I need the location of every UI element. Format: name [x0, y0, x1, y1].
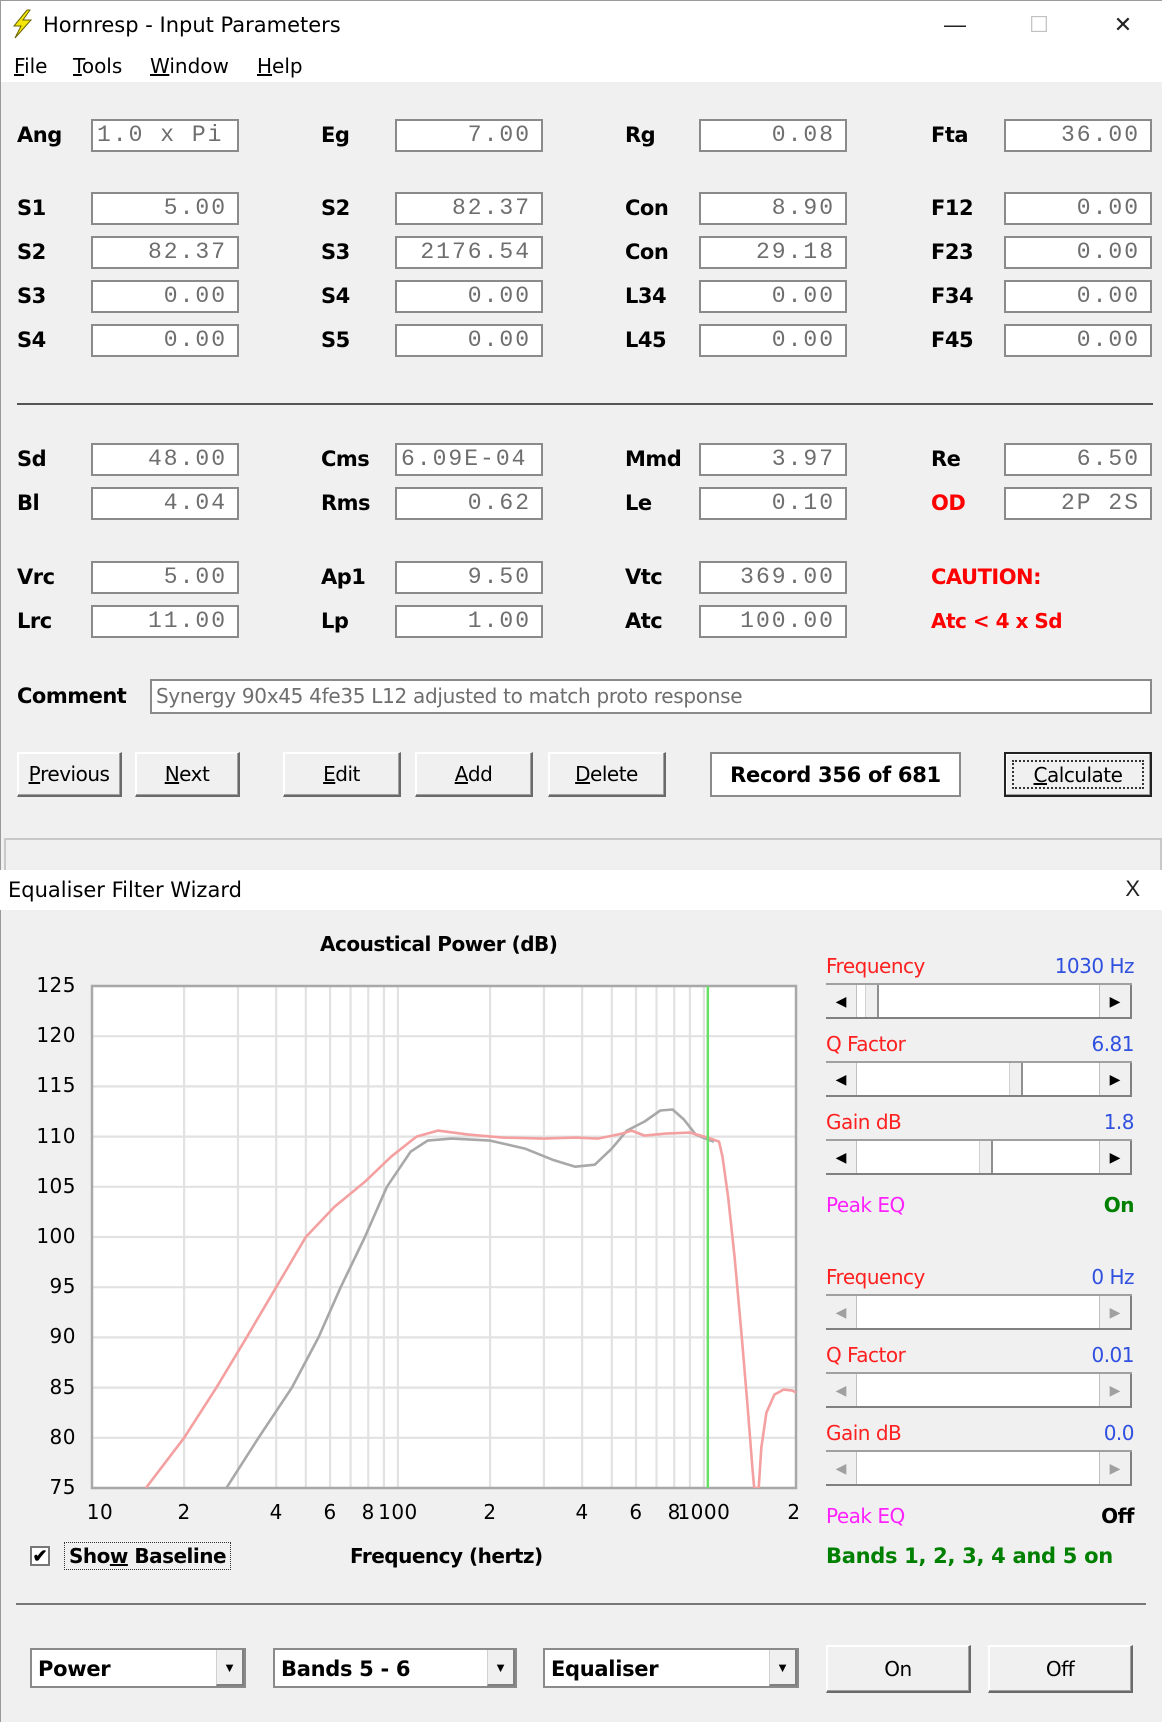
eq-off-button[interactable]: Off: [988, 1645, 1133, 1693]
checkmark-icon: ✔: [32, 1546, 48, 1566]
scroll-right-arrow-icon[interactable]: ▶: [1099, 1374, 1132, 1406]
band-a-peak-eq-status[interactable]: On: [1034, 1193, 1135, 1217]
window-edge: [1162, 0, 1166, 1722]
mode-select[interactable]: Power ▼: [30, 1648, 246, 1688]
band-b-peak-eq-status[interactable]: Off: [1034, 1504, 1134, 1528]
scroll-left-arrow-icon[interactable]: ◀: [826, 1452, 857, 1484]
band-a-gain-slider[interactable]: ◀ ▶: [826, 1139, 1132, 1175]
band-a-q-label: Q Factor: [826, 1032, 906, 1056]
scroll-right-arrow-icon[interactable]: ▶: [1099, 1452, 1132, 1484]
band-b-gain-slider[interactable]: ◀ ▶: [826, 1450, 1132, 1486]
scroll-left-arrow-icon[interactable]: ◀: [826, 985, 857, 1017]
band-b-frequency-label: Frequency: [826, 1265, 925, 1289]
band-b-gain-value: 0.0: [1103, 1421, 1135, 1445]
chevron-down-icon[interactable]: ▼: [769, 1650, 797, 1686]
band-b-peak-eq-label: Peak EQ: [826, 1504, 905, 1528]
show-baseline-text-a: Sho: [69, 1544, 110, 1568]
x-axis-label: Frequency (hertz): [350, 1544, 543, 1568]
band-a-gain-label: Gain dB: [826, 1110, 902, 1134]
band-a-gain-value: 1.8: [1103, 1110, 1135, 1134]
slider-thumb[interactable]: [865, 985, 880, 1017]
show-baseline-checkbox[interactable]: ✔: [30, 1546, 50, 1566]
band-b-q-label: Q Factor: [826, 1343, 906, 1367]
scroll-left-arrow-icon[interactable]: ◀: [826, 1296, 857, 1328]
band-a-peak-eq-label: Peak EQ: [826, 1193, 905, 1217]
scroll-left-arrow-icon[interactable]: ◀: [826, 1374, 857, 1406]
band-a-frequency-value: 1030 Hz: [1054, 954, 1135, 978]
band-b-frequency-slider[interactable]: ◀ ▶: [826, 1294, 1132, 1330]
band-b-q-slider[interactable]: ◀ ▶: [826, 1372, 1132, 1408]
band-a-frequency-label: Frequency: [826, 954, 925, 978]
eq-on-button[interactable]: On: [826, 1645, 971, 1693]
show-baseline-accel: w: [109, 1544, 128, 1568]
scroll-right-arrow-icon[interactable]: ▶: [1099, 1296, 1132, 1328]
chevron-down-icon[interactable]: ▼: [216, 1650, 244, 1686]
show-baseline-text-b: Baseline: [127, 1544, 227, 1568]
eq-on-label: On: [884, 1656, 912, 1681]
bands-select-value: Bands 5 - 6: [281, 1657, 411, 1681]
mode-select-value: Power: [38, 1657, 111, 1681]
slider-thumb[interactable]: [1009, 1063, 1024, 1095]
band-a-q-value: 6.81: [1091, 1032, 1134, 1056]
scroll-right-arrow-icon[interactable]: ▶: [1099, 1141, 1132, 1173]
band-b-gain-label: Gain dB: [826, 1421, 902, 1445]
band-a-q-slider[interactable]: ◀ ▶: [826, 1061, 1132, 1097]
band-a-frequency-slider[interactable]: ◀ ▶: [826, 983, 1132, 1019]
band-b-q-value: 0.01: [1091, 1343, 1134, 1367]
scroll-left-arrow-icon[interactable]: ◀: [826, 1141, 857, 1173]
filter-select-value: Equaliser: [551, 1657, 659, 1681]
scroll-right-arrow-icon[interactable]: ▶: [1099, 985, 1132, 1017]
eq-off-label: Off: [1045, 1656, 1075, 1681]
scroll-left-arrow-icon[interactable]: ◀: [826, 1063, 857, 1095]
filter-select[interactable]: Equaliser ▼: [543, 1648, 799, 1688]
bands-select[interactable]: Bands 5 - 6 ▼: [273, 1648, 517, 1688]
slider-thumb[interactable]: [978, 1141, 993, 1173]
chevron-down-icon[interactable]: ▼: [487, 1650, 515, 1686]
bands-status: Bands 1, 2, 3, 4 and 5 on: [826, 1544, 1113, 1568]
show-baseline-label[interactable]: Show Baseline: [64, 1542, 232, 1570]
band-b-frequency-value: 0 Hz: [1091, 1265, 1134, 1289]
scroll-right-arrow-icon[interactable]: ▶: [1099, 1063, 1132, 1095]
eq-divider: [16, 1603, 1146, 1605]
